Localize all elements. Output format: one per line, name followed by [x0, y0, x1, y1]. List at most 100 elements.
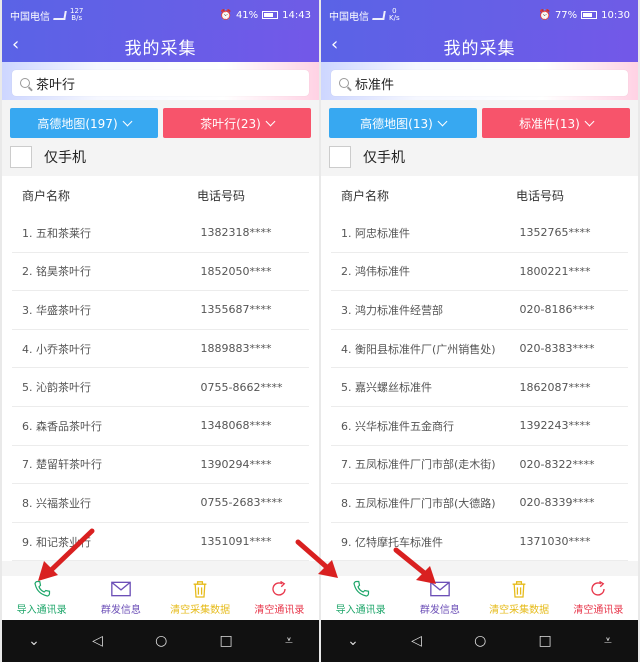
chevron-down-icon[interactable]: ⌄: [28, 633, 40, 649]
system-nav-bar: ⌄ ◁ ○ □ ⩡: [321, 620, 638, 662]
merchant-name: 2. 铭昊茶叶行: [22, 265, 91, 279]
merchant-name: 4. 小乔茶叶行: [22, 342, 91, 356]
merchant-phone: 020-8383****: [519, 342, 595, 356]
merchant-phone: 1371030****: [519, 535, 591, 549]
merchant-phone: 1852050****: [200, 264, 272, 278]
column-header-name: 商户名称: [22, 188, 71, 203]
keyword-filter-button[interactable]: 标准件(13): [482, 108, 630, 138]
table-row[interactable]: 1. 五和茶莱行 1382318****: [12, 214, 309, 253]
clock: 14:43: [282, 9, 311, 21]
merchant-phone: 020-8322****: [519, 457, 595, 471]
alarm-icon: ⏰: [219, 9, 232, 21]
merchant-phone: 0755-8662****: [200, 380, 283, 394]
title-bar: ‹ 我的采集: [321, 30, 638, 62]
notification-pulldown-icon[interactable]: ⩡: [604, 633, 612, 649]
merchant-name: 8. 五凤标准件厂门市部(大德路): [341, 496, 496, 510]
chevron-down-icon[interactable]: ⌄: [347, 633, 359, 649]
keyword-filter-button[interactable]: 茶叶行(23): [163, 108, 311, 138]
clear-data-button[interactable]: 清空采集数据: [161, 576, 240, 620]
phone-icon: [352, 579, 370, 599]
merchant-phone: 020-8339****: [519, 496, 595, 510]
phone-only-checkbox[interactable]: [10, 146, 32, 168]
import-contacts-button[interactable]: 导入通讯录: [321, 576, 400, 620]
clear-contacts-button[interactable]: 清空通讯录: [559, 576, 638, 620]
chevron-down-icon: [584, 116, 595, 126]
phone-screen-right: 中国电信 0 K/s ⏰ 77% 10:30 ‹ 我的采集 标准件 高德地图(1…: [321, 0, 638, 662]
table-row[interactable]: 4. 衡阳县标准件厂(广州销售处) 020-8383****: [331, 330, 628, 369]
notification-pulldown-icon[interactable]: ⩡: [285, 633, 293, 649]
merchant-name: 3. 华盛茶叶行: [22, 303, 91, 317]
column-header-name: 商户名称: [341, 188, 390, 203]
merchant-name: 4. 衡阳县标准件厂(广州销售处): [341, 342, 496, 356]
signal-icon: [372, 10, 386, 20]
mail-icon: [111, 579, 131, 599]
table-row[interactable]: 9. 和记茶业行 1351091****: [12, 523, 309, 562]
home-circle-icon[interactable]: ○: [155, 633, 167, 649]
search-value: 茶叶行: [36, 77, 76, 93]
back-icon[interactable]: ‹: [331, 36, 338, 54]
table-row[interactable]: 7. 五凤标准件厂门市部(走木街) 020-8322****: [331, 446, 628, 485]
back-icon[interactable]: ‹: [12, 36, 19, 54]
carrier-label: 中国电信: [10, 11, 50, 23]
merchant-name: 2. 鸿伟标准件: [341, 265, 410, 279]
source-filter-button[interactable]: 高德地图(197): [10, 108, 158, 138]
merchant-phone: 1862087****: [519, 380, 591, 394]
merchant-name: 7. 五凤标准件厂门市部(走木街): [341, 458, 496, 472]
battery-icon: [581, 11, 598, 19]
table-row[interactable]: 7. 楚留轩茶叶行 1390294****: [12, 446, 309, 485]
merchant-phone: 1889883****: [200, 342, 272, 356]
table-header: 商户名称 电话号码: [321, 176, 638, 214]
table-row[interactable]: 9. 亿特摩托车标准件 1371030****: [331, 523, 628, 562]
trash-icon: [192, 579, 208, 599]
phone-screen-left: 中国电信 127 B/s ⏰ 41% 14:43 ‹ 我的采集 茶叶行 高德地图…: [2, 0, 319, 662]
system-nav-bar: ⌄ ◁ ○ □ ⩡: [2, 620, 319, 662]
clear-contacts-button[interactable]: 清空通讯录: [240, 576, 319, 620]
recent-square-icon[interactable]: □: [220, 633, 233, 649]
import-contacts-button[interactable]: 导入通讯录: [2, 576, 81, 620]
merchant-list: 1. 阿忠标准件 1352765**** 2. 鸿伟标准件 1800221**** 3.…: [321, 214, 638, 562]
phone-only-toggle[interactable]: 仅手机: [2, 138, 319, 176]
table-row[interactable]: 4. 小乔茶叶行 1889883****: [12, 330, 309, 369]
broadcast-message-button[interactable]: 群发信息: [81, 576, 160, 620]
table-row[interactable]: 6. 森香品茶叶行 1348068****: [12, 407, 309, 446]
column-header-phone: 电话号码: [197, 188, 246, 203]
broadcast-message-button[interactable]: 群发信息: [400, 576, 479, 620]
status-bar: 中国电信 0 K/s ⏰ 77% 10:30: [321, 0, 638, 30]
screenshot-composite: 中国电信 127 B/s ⏰ 41% 14:43 ‹ 我的采集 茶叶行 高德地图…: [0, 0, 640, 662]
phone-only-label: 仅手机: [44, 150, 86, 166]
clear-data-button[interactable]: 清空采集数据: [480, 576, 559, 620]
back-triangle-icon[interactable]: ◁: [92, 633, 103, 649]
alarm-icon: ⏰: [538, 9, 551, 21]
merchant-name: 6. 森香品茶叶行: [22, 419, 102, 433]
source-filter-button[interactable]: 高德地图(13): [329, 108, 477, 138]
action-bar: 导入通讯录 群发信息 清空采集数据 清空通讯录: [321, 576, 638, 620]
merchant-phone: 1355687****: [200, 303, 272, 317]
table-row[interactable]: 1. 阿忠标准件 1352765****: [331, 214, 628, 253]
merchant-name: 1. 五和茶莱行: [22, 226, 91, 240]
table-row[interactable]: 3. 鸿力标准件经营部 020-8186****: [331, 291, 628, 330]
table-header: 商户名称 电话号码: [2, 176, 319, 214]
search-input[interactable]: 标准件: [331, 70, 628, 96]
table-row[interactable]: 2. 鸿伟标准件 1800221****: [331, 253, 628, 292]
battery-icon: [262, 11, 279, 19]
table-row[interactable]: 3. 华盛茶叶行 1355687****: [12, 291, 309, 330]
table-row[interactable]: 8. 兴福茶业行 0755-2683****: [12, 484, 309, 523]
column-header-phone: 电话号码: [516, 188, 565, 203]
refresh-icon: [589, 579, 607, 599]
table-row[interactable]: 6. 兴华标准件五金商行 1392243****: [331, 407, 628, 446]
merchant-name: 7. 楚留轩茶叶行: [22, 458, 102, 472]
recent-square-icon[interactable]: □: [539, 633, 552, 649]
home-circle-icon[interactable]: ○: [474, 633, 486, 649]
back-triangle-icon[interactable]: ◁: [411, 633, 422, 649]
merchant-phone: 1351091****: [200, 535, 272, 549]
phone-only-toggle[interactable]: 仅手机: [321, 138, 638, 176]
phone-only-checkbox[interactable]: [329, 146, 351, 168]
table-row[interactable]: 5. 沁韵茶叶行 0755-8662****: [12, 368, 309, 407]
table-row[interactable]: 2. 铭昊茶叶行 1852050****: [12, 253, 309, 292]
table-row[interactable]: 8. 五凤标准件厂门市部(大德路) 020-8339****: [331, 484, 628, 523]
trash-icon: [511, 579, 527, 599]
merchant-name: 9. 和记茶业行: [22, 535, 91, 549]
table-row[interactable]: 5. 嘉兴螺丝标准件 1862087****: [331, 368, 628, 407]
search-input[interactable]: 茶叶行: [12, 70, 309, 96]
search-value: 标准件: [355, 77, 395, 93]
